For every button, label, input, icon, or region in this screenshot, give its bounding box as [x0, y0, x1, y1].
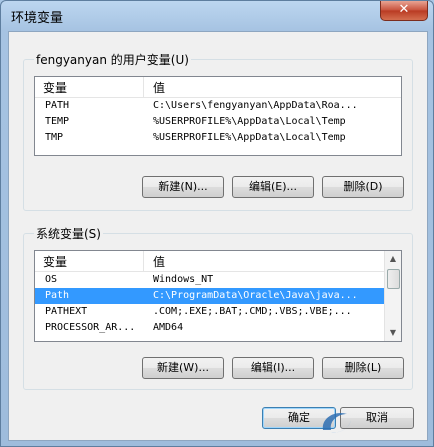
system-delete-button[interactable]: 删除(L) [322, 357, 404, 379]
table-row[interactable]: TMP %USERPROFILE%\AppData\Local\Temp [35, 130, 401, 146]
column-header-value[interactable]: 值 [153, 253, 165, 270]
scroll-up-icon[interactable]: ▲ [385, 251, 401, 267]
system-variables-group: 系统变量(S) 变量 值 OS Windows_NT Path C:\Progr… [23, 225, 413, 390]
variable-value: .COM;.EXE;.BAT;.CMD;.VBS;.VBE;... [153, 306, 352, 317]
window-title: 环境变量 [11, 11, 64, 26]
variable-name: Path [45, 290, 70, 301]
dialog-body: fengyanyan 的用户变量(U) 变量 值 PATH C:\Users\f… [8, 31, 428, 441]
table-row[interactable]: PATH C:\Users\fengyanyan\AppData\Roa... [35, 98, 401, 114]
table-row[interactable]: PROCESSOR_AR... AMD64 [35, 320, 385, 336]
watermark-logo [317, 404, 427, 440]
scroll-down-icon[interactable]: ▼ [385, 325, 401, 341]
environment-variables-dialog: 环境变量 ✕ fengyanyan 的用户变量(U) 变量 值 PATH C:\… [0, 0, 434, 447]
user-edit-button[interactable]: 编辑(E)... [232, 176, 314, 198]
user-new-button[interactable]: 新建(N)... [142, 176, 224, 198]
variable-name: PROCESSOR_AR... [45, 322, 136, 333]
table-row-selected[interactable]: Path C:\ProgramData\Oracle\Java\java... [35, 288, 385, 304]
user-variables-list[interactable]: 变量 值 PATH C:\Users\fengyanyan\AppData\Ro… [34, 76, 402, 156]
close-icon: ✕ [398, 2, 410, 17]
vertical-scrollbar[interactable]: ▲ ▼ [384, 251, 401, 341]
system-edit-button[interactable]: 编辑(I)... [232, 357, 314, 379]
system-variables-list[interactable]: 变量 值 OS Windows_NT Path C:\ProgramData\O… [34, 250, 402, 342]
column-header-value[interactable]: 值 [153, 79, 165, 96]
table-row[interactable]: PATHEXT .COM;.EXE;.BAT;.CMD;.VBS;.VBE;..… [35, 304, 385, 320]
variable-name: TEMP [45, 116, 70, 127]
user-variables-label: fengyanyan 的用户变量(U) [34, 51, 191, 68]
table-row[interactable]: OS Windows_NT [35, 272, 385, 288]
close-button[interactable]: ✕ [380, 1, 428, 21]
variable-value: %USERPROFILE%\AppData\Local\Temp [153, 132, 346, 143]
variable-name: PATH [45, 100, 70, 111]
swirl-logo-icon [322, 412, 351, 433]
variable-value: C:\ProgramData\Oracle\Java\java... [153, 290, 358, 301]
variable-value: %USERPROFILE%\AppData\Local\Temp [153, 116, 346, 127]
column-header-variable[interactable]: 变量 [43, 79, 67, 96]
title-bar[interactable]: 环境变量 ✕ [1, 1, 433, 29]
list-header: 变量 值 [35, 77, 401, 98]
column-header-variable[interactable]: 变量 [43, 253, 67, 270]
variable-name: PATHEXT [45, 306, 88, 317]
user-delete-button[interactable]: 删除(D) [322, 176, 404, 198]
list-header: 变量 值 [35, 251, 385, 272]
variable-value: C:\Users\fengyanyan\AppData\Roa... [153, 100, 358, 111]
variable-name: OS [45, 274, 58, 285]
system-new-button[interactable]: 新建(W)... [142, 357, 224, 379]
user-variables-group: fengyanyan 的用户变量(U) 变量 值 PATH C:\Users\f… [23, 51, 413, 211]
scroll-thumb[interactable] [387, 269, 400, 289]
column-divider[interactable] [143, 77, 144, 97]
system-variables-label: 系统变量(S) [34, 225, 103, 242]
variable-value: Windows_NT [153, 274, 214, 285]
variable-name: TMP [45, 132, 64, 143]
table-row[interactable]: TEMP %USERPROFILE%\AppData\Local\Temp [35, 114, 401, 130]
variable-value: AMD64 [153, 322, 184, 333]
column-divider[interactable] [143, 251, 144, 271]
